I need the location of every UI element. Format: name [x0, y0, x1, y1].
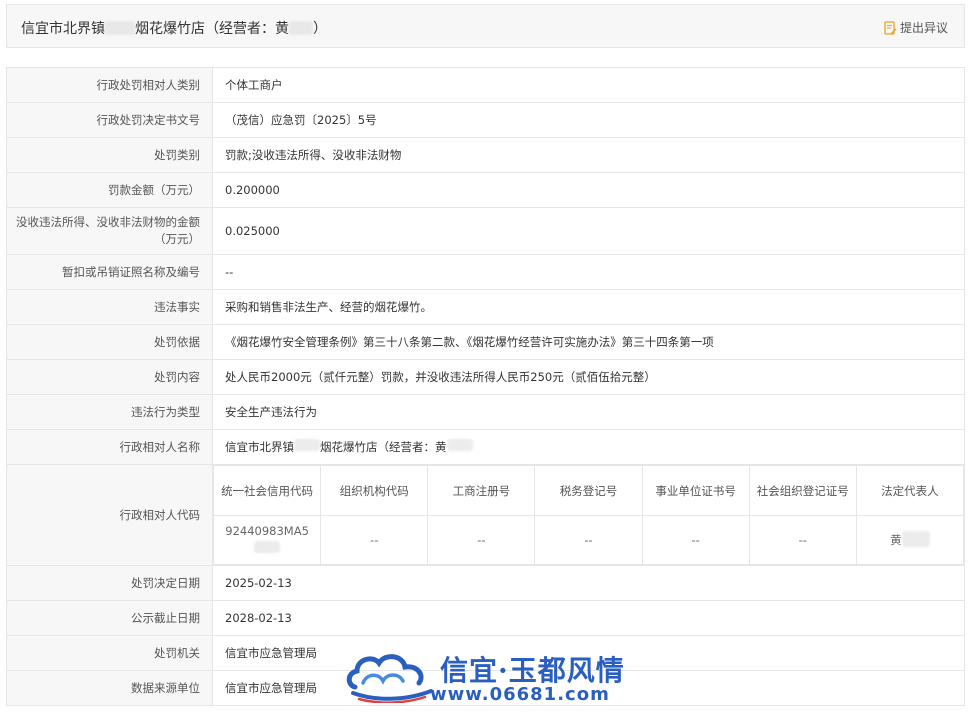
row-label: 违法事实: [6, 289, 213, 325]
legal-rep-cell: 黄: [855, 515, 965, 565]
row-value: --: [212, 254, 965, 290]
row-value: （茂信）应急罚〔2025〕5号: [212, 102, 965, 138]
watermark-url: www.06681.com: [430, 684, 610, 705]
row-value: 《烟花爆竹安全管理条例》第三十八条第二款、《烟花爆竹经营许可实施办法》第三十四条…: [212, 324, 965, 360]
row-label: 违法行为类型: [6, 394, 213, 430]
row-value: 0.025000: [212, 207, 965, 255]
party-name-prefix: 信宜市北界镇: [225, 440, 294, 454]
row-label: 处罚机关: [6, 635, 213, 671]
row-label: 行政相对人代码: [6, 464, 213, 566]
row-label: 罚款金额（万元）: [6, 172, 213, 208]
row-label: 公示截止日期: [6, 600, 213, 636]
table-row: 处罚内容 处人民币2000元（贰仟元整）罚款，并没收违法所得人民币250元（贰佰…: [6, 359, 965, 395]
subtable-value: --: [534, 515, 643, 565]
row-label: 处罚依据: [6, 324, 213, 360]
credit-code-cell: 92440983MA5: [212, 515, 322, 565]
redacted-mask: [254, 541, 281, 553]
row-value: 处人民币2000元（贰仟元整）罚款，并没收违法所得人民币250元（贰佰伍拾元整）: [212, 359, 965, 395]
legal-rep-value: 黄: [890, 533, 902, 547]
row-label: 数据来源单位: [6, 670, 213, 706]
table-row: 行政相对人名称 信宜市北界镇 烟花爆竹店（经营者：黄: [6, 429, 965, 465]
table-row: 没收违法所得、没收非法财物的金额（万元） 0.025000: [6, 207, 965, 255]
subtable-header: 社会组织登记证号: [748, 465, 857, 516]
row-label: 处罚内容: [6, 359, 213, 395]
table-row: 行政处罚相对人类别 个体工商户: [6, 67, 965, 103]
subtable-header: 事业单位证书号: [641, 465, 750, 516]
redacted-mask: [105, 21, 135, 35]
table-row: 行政相对人代码 统一社会信用代码 组织机构代码 工商注册号 税务登记号 事业单位…: [6, 464, 965, 566]
table-row: 公示截止日期 2028-02-13: [6, 600, 965, 636]
row-value: 安全生产违法行为: [212, 394, 965, 430]
title-suffix: ）: [313, 21, 327, 37]
table-row: 罚款金额（万元） 0.200000: [6, 172, 965, 208]
subtable-value-row: 92440983MA5 -- -- -- -- -- 黄: [212, 515, 965, 565]
row-value: 个体工商户: [212, 67, 965, 103]
subtable-value: --: [641, 515, 750, 565]
row-value: 罚款;没收违法所得、没收非法财物: [212, 137, 965, 173]
row-value: 采购和销售非法生产、经营的烟花爆竹。: [212, 289, 965, 325]
row-label: 处罚决定日期: [6, 565, 213, 601]
cloud-logo-icon: [346, 654, 433, 703]
party-code-subtable: 统一社会信用代码 组织机构代码 工商注册号 税务登记号 事业单位证书号 社会组织…: [212, 465, 965, 565]
table-row: 处罚依据 《烟花爆竹安全管理条例》第三十八条第二款、《烟花爆竹经营许可实施办法》…: [6, 324, 965, 360]
credit-code-value: 92440983MA5: [225, 524, 309, 538]
row-label: 行政相对人名称: [6, 429, 213, 465]
table-row: 处罚决定日期 2025-02-13: [6, 565, 965, 601]
subtable-value: --: [748, 515, 857, 565]
row-value: 2025-02-13: [212, 565, 965, 601]
header-bar: 信宜市北界镇 烟花爆竹店（经营者：黄 ） 提出异议: [6, 4, 965, 48]
objection-button[interactable]: 提出异议: [883, 19, 948, 36]
penalty-detail-table: 行政处罚相对人类别 个体工商户 行政处罚决定书文号 （茂信）应急罚〔2025〕5…: [6, 67, 965, 706]
subtable-header: 税务登记号: [534, 465, 643, 516]
document-edit-icon: [883, 20, 897, 35]
subtable-header-row: 统一社会信用代码 组织机构代码 工商注册号 税务登记号 事业单位证书号 社会组织…: [212, 465, 965, 516]
row-label: 行政处罚相对人类别: [6, 67, 213, 103]
title-prefix: 信宜市北界镇: [21, 21, 105, 37]
code-subtable-cell: 统一社会信用代码 组织机构代码 工商注册号 税务登记号 事业单位证书号 社会组织…: [212, 464, 965, 566]
redacted-mask: [294, 439, 320, 451]
page-title: 信宜市北界镇 烟花爆竹店（经营者：黄 ）: [21, 18, 327, 38]
row-value: 2028-02-13: [212, 600, 965, 636]
table-row: 违法行为类型 安全生产违法行为: [6, 394, 965, 430]
row-label: 暂扣或吊销证照名称及编号: [6, 254, 213, 290]
row-value: 信宜市北界镇 烟花爆竹店（经营者：黄: [212, 429, 965, 465]
redacted-mask: [901, 531, 930, 547]
subtable-header: 法定代表人: [855, 465, 965, 516]
redacted-mask: [446, 439, 473, 451]
subtable-header: 组织机构代码: [320, 465, 429, 516]
row-label: 行政处罚决定书文号: [6, 102, 213, 138]
table-row: 行政处罚决定书文号 （茂信）应急罚〔2025〕5号: [6, 102, 965, 138]
redacted-mask: [289, 21, 313, 35]
watermark-title: 信宜·玉都风情: [440, 654, 625, 687]
party-name-middle: 烟花爆竹店（经营者：黄: [320, 440, 447, 454]
subtable-value: --: [320, 515, 429, 565]
row-label: 没收违法所得、没收非法财物的金额（万元）: [6, 207, 213, 255]
table-row: 暂扣或吊销证照名称及编号 --: [6, 254, 965, 290]
row-value: 0.200000: [212, 172, 965, 208]
table-row: 处罚类别 罚款;没收违法所得、没收非法财物: [6, 137, 965, 173]
row-label: 处罚类别: [6, 137, 213, 173]
subtable-header: 统一社会信用代码: [212, 465, 322, 516]
site-watermark: 信宜·玉都风情 www.06681.com: [345, 645, 625, 707]
table-row: 违法事实 采购和销售非法生产、经营的烟花爆竹。: [6, 289, 965, 325]
subtable-header: 工商注册号: [427, 465, 536, 516]
objection-label: 提出异议: [899, 21, 948, 35]
title-middle: 烟花爆竹店（经营者：黄: [135, 21, 289, 37]
subtable-value: --: [427, 515, 536, 565]
